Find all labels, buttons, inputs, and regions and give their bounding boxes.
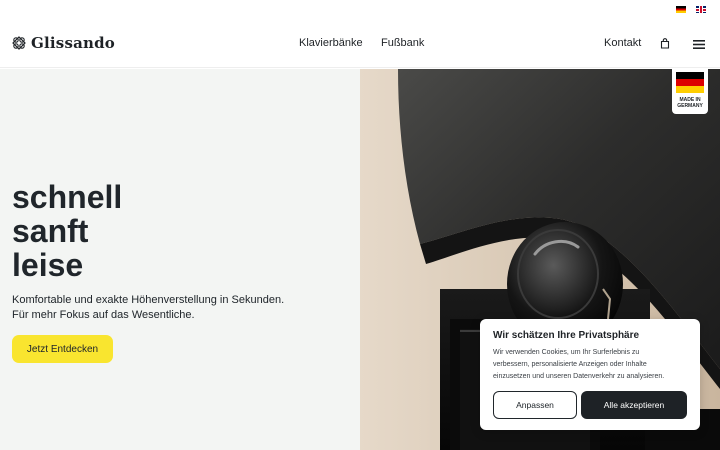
language-bar [0,0,720,20]
hero-title-line-2: sanft [12,213,89,249]
flag-germany-icon [676,72,704,93]
nav-item-kontakt[interactable]: Kontakt [604,37,641,49]
site-header: Glissando Klavierbänke Fußbank Kontakt [0,20,720,68]
brand-name: Glissando [31,34,116,52]
cookie-title: Wir schätzen Ihre Privatsphäre [493,330,640,341]
hero-description-line-2: Für mehr Fokus auf das Wesentliche. [12,309,195,321]
cookie-consent-dialog: Wir schätzen Ihre Privatsphäre Wir verwe… [480,319,700,430]
hero-description: Komfortable und exakte Höhenverstellung … [12,293,332,323]
hero-title: schnell sanft leise [12,180,122,282]
hero-title-line-1: schnell [12,179,123,215]
flag-de-icon[interactable] [676,6,686,13]
cookie-text-line-3: einzusetzen und unseren Datenverkehr zu … [493,373,665,380]
logo-icon [12,36,26,50]
logo[interactable]: Glissando [12,34,115,52]
made-in-germany-badge: MADE IN GERMANY [672,69,708,114]
badge-line-2: GERMANY [677,103,703,109]
accept-all-button[interactable]: Alle akzeptieren [581,391,687,419]
cookie-text: Wir verwenden Cookies, um Ihr Surferlebn… [493,347,689,383]
hero-description-line-1: Komfortable und exakte Höhenverstellung … [12,294,285,306]
nav-item-fussbank[interactable]: Fußbank [381,37,424,49]
flag-en-icon[interactable] [696,6,706,13]
discover-button[interactable]: Jetzt Entdecken [12,335,113,363]
nav-item-klavierbaenke[interactable]: Klavierbänke [299,37,363,49]
hamburger-menu-icon[interactable] [693,40,705,49]
hero-title-line-3: leise [12,247,84,283]
cookie-text-line-2: verbessern, personalisierte Anzeigen ode… [493,361,647,368]
customize-button[interactable]: Anpassen [493,391,577,419]
cookie-text-line-1: Wir verwenden Cookies, um Ihr Surferlebn… [493,349,640,356]
shopping-bag-icon[interactable] [660,38,670,49]
made-in-germany-text: MADE IN GERMANY [672,97,708,109]
